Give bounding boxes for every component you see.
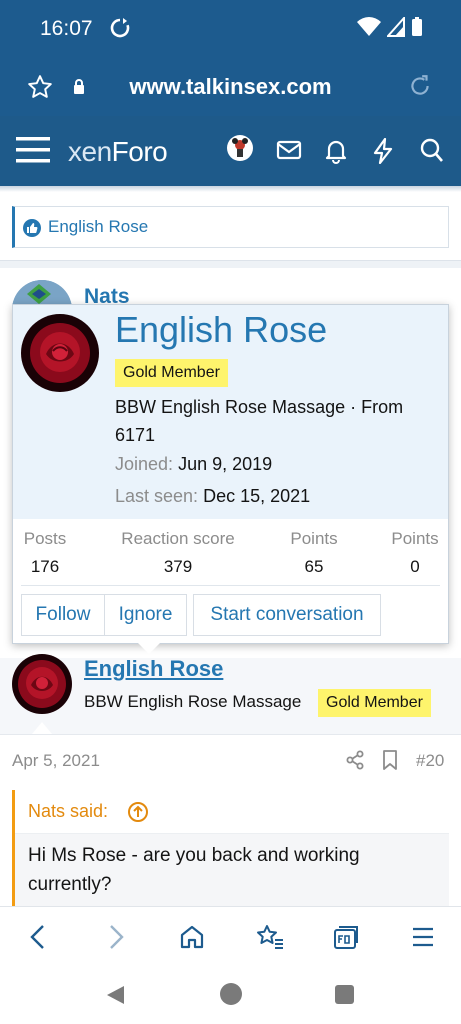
wifi-icon	[357, 17, 381, 42]
member-badge: Gold Member	[115, 359, 228, 387]
status-time: 16:07	[40, 17, 93, 40]
bookmark-icon[interactable]	[382, 750, 398, 775]
member-name[interactable]: English Rose	[115, 309, 327, 351]
avatar[interactable]	[12, 654, 72, 714]
member-user-title: BBW English Rose Massage · From 6171	[115, 397, 404, 445]
hamburger-menu-icon[interactable]	[16, 135, 50, 170]
post-meta: Apr 5, 2021 #20	[0, 734, 461, 786]
reactions-bar[interactable]: English Rose	[12, 206, 449, 248]
follow-button[interactable]: Follow	[21, 594, 105, 636]
search-icon[interactable]	[420, 138, 444, 169]
post-author-name[interactable]: English Rose	[84, 656, 223, 682]
tabs-icon[interactable]	[333, 924, 359, 955]
stat-points-secondary[interactable]: Points 0	[385, 529, 445, 577]
forum-navbar: xenForo	[0, 116, 461, 186]
like-icon	[23, 219, 41, 237]
home-icon[interactable]	[180, 924, 204, 955]
whats-new-bolt-icon[interactable]	[373, 137, 393, 169]
browser-url-bar: www.talkinsex.com	[0, 58, 461, 116]
stat-points[interactable]: Points 65	[283, 529, 345, 577]
post-user-title: BBW English Rose Massage	[84, 692, 302, 711]
sync-icon	[110, 17, 130, 44]
quote-block: Nats said: Hi Ms Rose - are you back and…	[12, 790, 449, 920]
post-number[interactable]: #20	[416, 751, 444, 771]
battery-icon	[411, 17, 423, 42]
post-date[interactable]: Apr 5, 2021	[12, 751, 100, 771]
post-user-badge: Gold Member	[318, 689, 431, 717]
forward-icon[interactable]	[106, 924, 126, 955]
member-last-seen: Last seen: Dec 15, 2021	[115, 486, 311, 506]
system-home-icon[interactable]	[220, 983, 242, 1005]
reload-icon[interactable]	[407, 73, 433, 104]
back-icon[interactable]	[28, 924, 48, 955]
system-recents-icon[interactable]	[335, 985, 354, 1004]
share-icon[interactable]	[345, 750, 365, 775]
system-nav-bar	[0, 966, 461, 1024]
start-conversation-button[interactable]: Start conversation	[193, 594, 381, 636]
inbox-icon[interactable]	[276, 138, 302, 167]
browser-toolbar	[0, 906, 461, 966]
quote-text: Hi Ms Rose - are you back and working cu…	[28, 845, 360, 895]
alerts-bell-icon[interactable]	[325, 138, 347, 169]
member-tooltip: English Rose Gold Member BBW English Ros…	[12, 304, 449, 644]
system-back-icon[interactable]	[104, 984, 126, 1011]
url-text[interactable]: www.talkinsex.com	[0, 74, 461, 100]
menu-icon[interactable]	[411, 924, 435, 955]
status-bar: 16:07	[0, 0, 461, 58]
ignore-button[interactable]: Ignore	[104, 594, 187, 636]
stat-posts[interactable]: Posts 176	[21, 529, 69, 577]
signal-icon	[385, 15, 405, 42]
user-avatar-icon[interactable]	[226, 134, 254, 167]
reaction-user-link[interactable]: English Rose	[48, 217, 148, 237]
xenforo-logo[interactable]: xenForo	[68, 136, 168, 168]
quote-author[interactable]: Nats said:	[28, 801, 108, 822]
avatar[interactable]	[21, 314, 99, 392]
bookmarks-list-icon[interactable]	[256, 924, 284, 955]
arrow-up-circle-icon[interactable]	[127, 801, 149, 828]
member-joined: Joined: Jun 9, 2019	[115, 454, 273, 474]
stat-reaction-score[interactable]: Reaction score 379	[113, 529, 243, 577]
